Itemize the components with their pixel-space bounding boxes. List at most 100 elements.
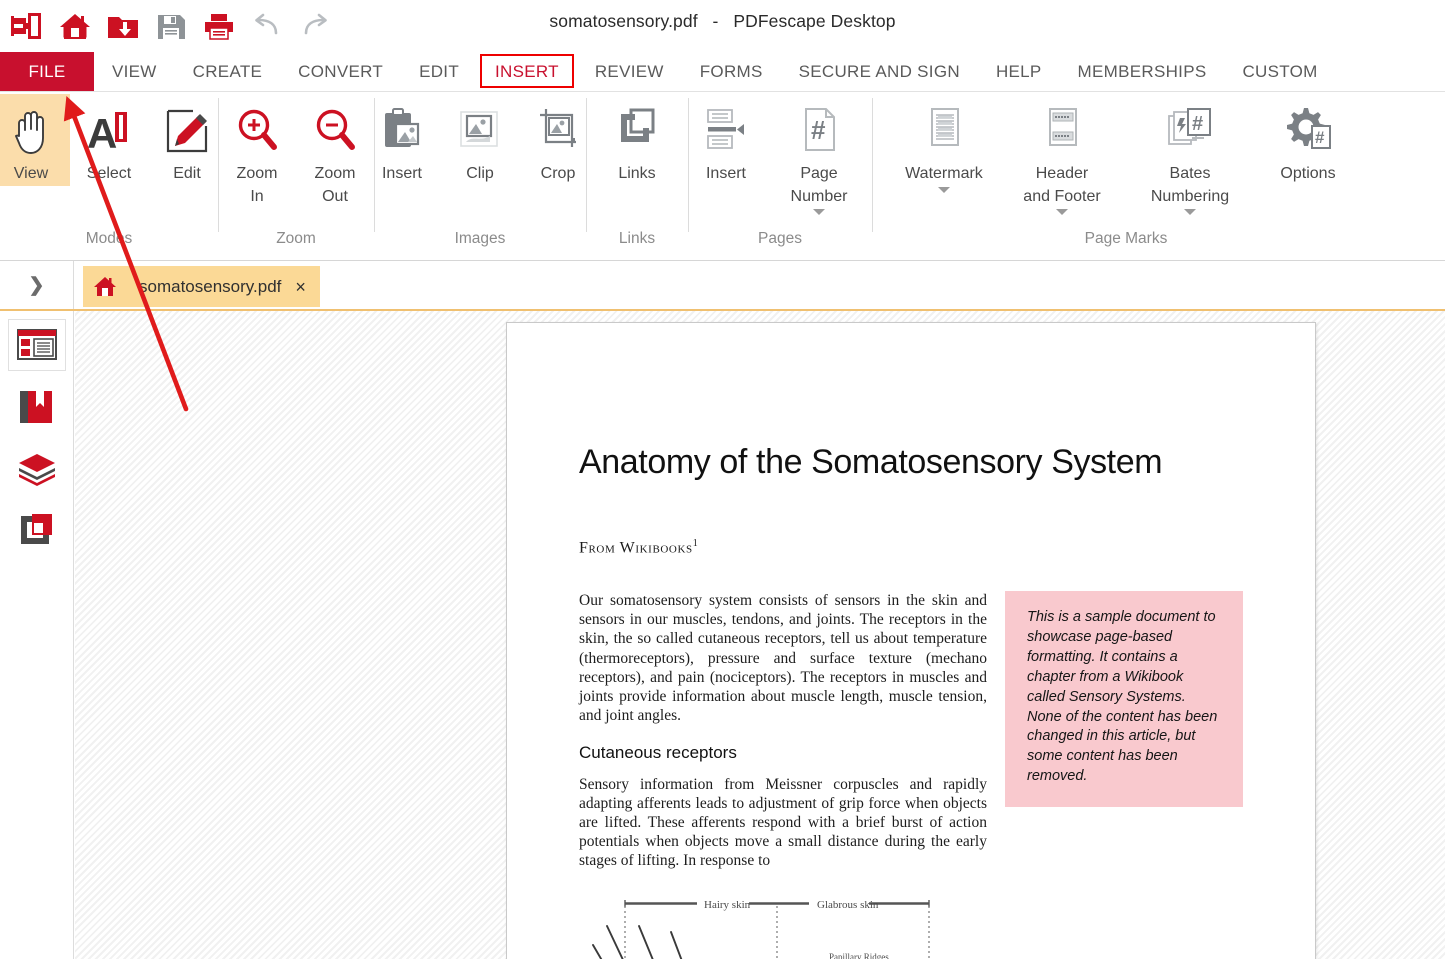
ribbon-button-header-and-footer[interactable]: Header and Footer <box>998 94 1126 216</box>
ribbon-tab-bar: FILE VIEW CREATE CONVERT EDIT INSERT REV… <box>0 52 1445 92</box>
ribbon-button-insert-image[interactable]: Insert <box>363 94 441 186</box>
ribbon-group-label: Links <box>618 230 656 247</box>
document-right-column: This is a sample document to showcase pa… <box>1005 591 1243 959</box>
crop-image-icon <box>521 102 595 160</box>
document-paragraph-1: Our somatosensory system consists of sen… <box>579 592 987 724</box>
rail-item-bookmarks[interactable] <box>8 381 66 433</box>
ribbon-button-label: Links <box>618 165 656 182</box>
ribbon-button-label: Page Number <box>790 165 848 205</box>
title-bar: somatosensory.pdf - PDFescape Desktop <box>0 0 1445 52</box>
ribbon-button-label: Zoom Out <box>314 165 356 205</box>
rail-item-page-thumbnails[interactable] <box>7 319 66 371</box>
close-icon[interactable]: × <box>295 278 306 296</box>
ribbon-button-watermark[interactable]: Watermark <box>890 94 998 193</box>
tab-file[interactable]: FILE <box>0 52 94 91</box>
ribbon: View A Select Edit Modes Zoom In Zoom Ou… <box>0 92 1445 261</box>
tab-view[interactable]: VIEW <box>94 52 175 91</box>
ribbon-group-label: Images <box>454 230 506 247</box>
svg-text:#: # <box>1192 113 1203 135</box>
tab-memberships[interactable]: MEMBERSHIPS <box>1060 52 1225 91</box>
window-title: somatosensory.pdf - PDFescape Desktop <box>549 11 896 31</box>
text-select-icon: A <box>72 102 146 160</box>
chevron-down-icon[interactable] <box>1184 209 1196 216</box>
ribbon-button-label: Insert <box>381 165 422 182</box>
document-work-area[interactable]: Anatomy of the Somatosensory System From… <box>75 311 1445 959</box>
ribbon-button-insert-page[interactable]: Insert <box>687 94 765 186</box>
pdf-page[interactable]: Anatomy of the Somatosensory System From… <box>506 322 1316 959</box>
chevron-down-icon[interactable] <box>938 186 950 193</box>
byline-footnote: 1 <box>692 538 699 549</box>
tab-convert[interactable]: CONVERT <box>280 52 401 91</box>
ribbon-button-label: Clip <box>466 165 494 182</box>
insert-page-icon <box>689 102 763 160</box>
ribbon-button-options[interactable]: # Options <box>1254 94 1362 186</box>
document-columns: Our somatosensory system consists of sen… <box>579 591 1243 959</box>
panel-expander-button[interactable]: ❯ <box>0 261 74 309</box>
ribbon-button-clip-image[interactable]: Clip <box>441 94 519 186</box>
chevron-down-icon[interactable] <box>1056 209 1068 216</box>
ribbon-button-label: Edit <box>173 165 201 182</box>
document-tab-somatosensory[interactable]: somatosensory.pdf × <box>83 266 320 307</box>
ribbon-group-zoom: Zoom In Zoom Out Zoom <box>218 92 374 252</box>
ribbon-button-select[interactable]: A Select <box>70 94 148 186</box>
ribbon-group-label: Modes <box>85 230 133 247</box>
document-byline: From Wikibooks1 <box>579 538 1243 557</box>
document-tab-strip: ❯ somatosensory.pdf × <box>0 261 1445 311</box>
bates-numbering-icon: # <box>1128 102 1252 160</box>
home-icon[interactable] <box>83 266 127 307</box>
ribbon-button-links[interactable]: Links <box>598 94 676 186</box>
tab-help[interactable]: HELP <box>978 52 1060 91</box>
tab-edit[interactable]: EDIT <box>401 52 477 91</box>
hand-icon <box>0 102 68 160</box>
svg-text:Hairy skin: Hairy skin <box>704 899 751 911</box>
left-nav-rail <box>0 311 74 959</box>
insert-image-icon <box>365 102 439 160</box>
pdfescape-window: somatosensory.pdf - PDFescape Desktop FI… <box>0 0 1445 959</box>
ribbon-group-pages: Insert # Page Number Pages <box>688 92 872 252</box>
byline-text: From Wikibooks <box>579 539 693 557</box>
ribbon-button-view[interactable]: View <box>0 94 70 186</box>
ribbon-button-label: Select <box>86 165 132 182</box>
ribbon-group-label: Pages <box>758 230 802 247</box>
document-tab-label: somatosensory.pdf <box>139 276 282 296</box>
watermark-icon <box>892 102 996 160</box>
tab-insert[interactable]: INSERT <box>477 52 577 91</box>
page-number-icon: # <box>767 102 871 160</box>
callout-box: This is a sample document to showcase pa… <box>1005 591 1243 808</box>
ribbon-button-label: Bates Numbering <box>1150 165 1230 205</box>
svg-text:#: # <box>811 115 826 145</box>
ribbon-button-label: Options <box>1280 165 1336 182</box>
ribbon-group-page-marks: Watermark Header and Footer # Bates Numb… <box>872 92 1380 252</box>
tab-review[interactable]: REVIEW <box>577 52 682 91</box>
svg-text:Papillary Ridges: Papillary Ridges <box>829 952 889 959</box>
figure-skin-diagram: Hairy skin Glabrous skin Papillary Ridge… <box>579 890 987 959</box>
ribbon-button-bates-numbering[interactable]: # Bates Numbering <box>1126 94 1254 216</box>
rail-item-layers[interactable] <box>8 443 66 495</box>
zoom-in-icon <box>220 102 294 160</box>
page-title: Anatomy of the Somatosensory System <box>579 443 1163 481</box>
header-footer-icon <box>1000 102 1124 160</box>
ribbon-group-label: Zoom <box>276 230 316 247</box>
ribbon-group-links: Links Links <box>586 92 688 252</box>
ribbon-group-modes: View A Select Edit Modes <box>0 92 218 252</box>
ribbon-group-label: Page Marks <box>1084 230 1168 247</box>
svg-text:A: A <box>87 110 117 156</box>
tab-secure-and-sign[interactable]: SECURE AND SIGN <box>781 52 978 91</box>
ribbon-button-zoom-in[interactable]: Zoom In <box>218 94 296 208</box>
tab-create[interactable]: CREATE <box>175 52 281 91</box>
tab-custom[interactable]: CUSTOM <box>1224 52 1335 91</box>
rail-item-attachments[interactable] <box>8 505 66 557</box>
document-left-column: Our somatosensory system consists of sen… <box>579 591 987 959</box>
ribbon-button-label: Crop <box>540 165 576 182</box>
ribbon-button-label: Zoom In <box>236 165 278 205</box>
links-icon <box>600 102 674 160</box>
ribbon-group-images: Insert Clip Crop Images <box>374 92 586 252</box>
chevron-down-icon[interactable] <box>813 209 825 216</box>
ribbon-button-page-number[interactable]: # Page Number <box>765 94 873 216</box>
chevron-right-icon: ❯ <box>28 274 45 296</box>
document-paragraph-2: Sensory information from Meissner corpus… <box>579 775 987 870</box>
tab-forms[interactable]: FORMS <box>682 52 781 91</box>
svg-text:#: # <box>1315 128 1325 147</box>
svg-text:Glabrous skin: Glabrous skin <box>817 899 879 911</box>
ribbon-button-label: View <box>13 165 49 182</box>
